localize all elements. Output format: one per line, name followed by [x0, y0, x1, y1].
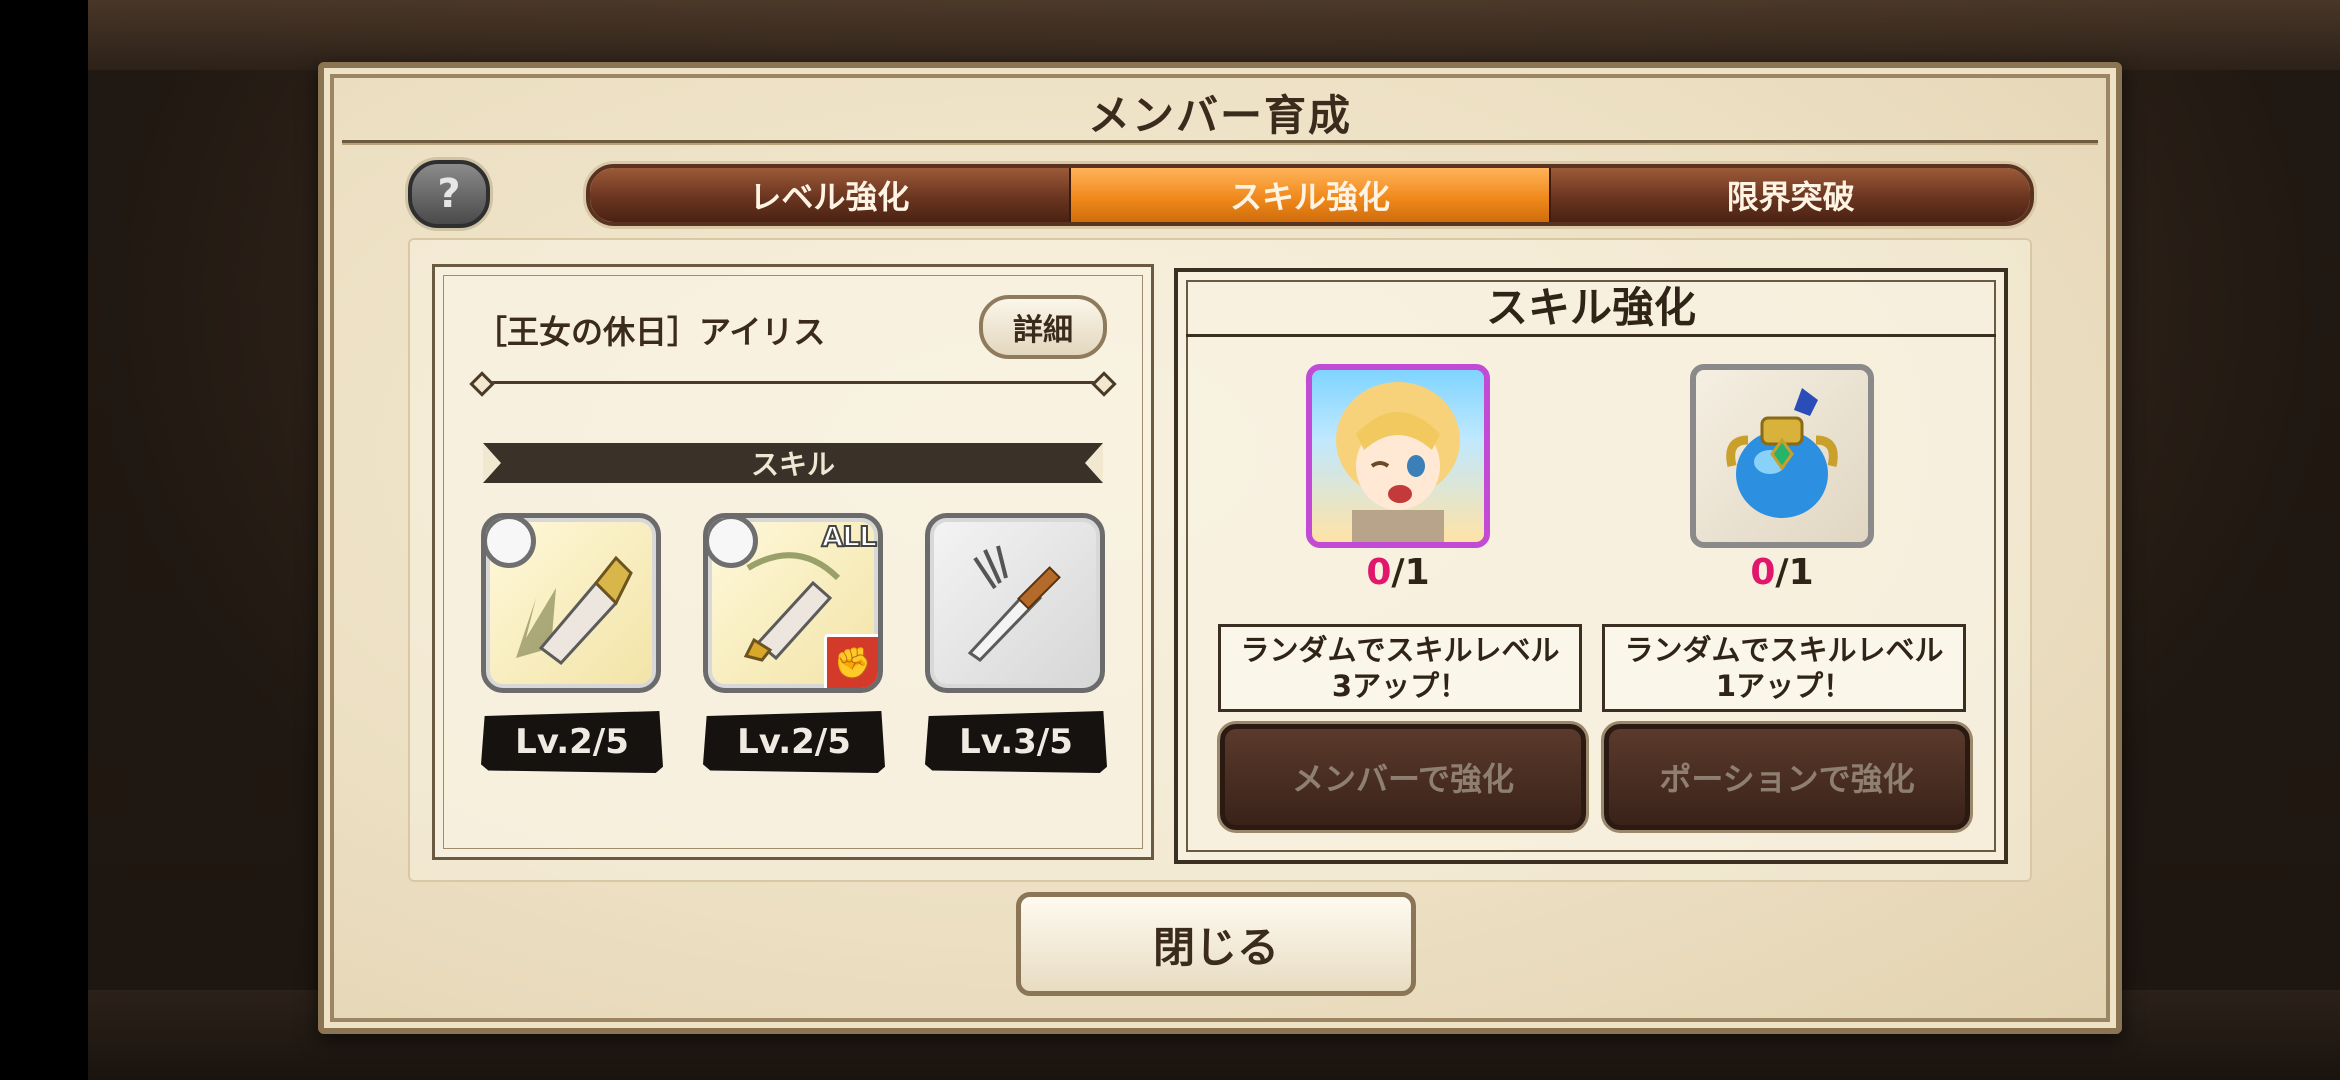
character-name: ［王女の休日］アイリス	[475, 313, 826, 351]
help-button[interactable]: ?	[408, 160, 490, 228]
skill-level: Lv.2/5	[703, 711, 885, 773]
skill-item[interactable]: Lv.3/5	[925, 513, 1107, 773]
character-portrait-icon	[1306, 364, 1490, 548]
skill-level: Lv.3/5	[925, 711, 1107, 773]
tab-skill-up[interactable]: スキル強化	[1070, 168, 1552, 222]
member-count: 0/1	[1366, 552, 1430, 593]
skill-level: Lv.2/5	[481, 711, 663, 773]
background-shelf	[88, 0, 2340, 70]
dialog-title: メンバー育成	[1087, 91, 1352, 140]
title-divider	[342, 140, 2098, 145]
skill-section-header: スキル	[483, 443, 1103, 483]
sword-slash-icon: ALL ✊	[703, 513, 883, 693]
detail-button[interactable]: 詳細	[979, 295, 1107, 359]
tab-bar: レベル強化 スキル強化 限界突破	[586, 164, 2034, 226]
skill-item[interactable]: Lv.2/5	[481, 513, 663, 773]
question-icon: ?	[437, 171, 461, 217]
tab-level-up[interactable]: レベル強化	[590, 168, 1071, 222]
skill-enhance-panel: スキル強化 0/1 0/1 ランダムでスキルレベル 3アップ！ ランダムでスキル…	[1174, 268, 2008, 864]
character-panel: ［王女の休日］アイリス 詳細 スキル Lv.2/5 ALL ✊ Lv.2/5 L…	[432, 264, 1154, 860]
tab-limit-break[interactable]: 限界突破	[1551, 168, 2030, 222]
enhance-divider	[1186, 334, 1996, 337]
skill-list: Lv.2/5 ALL ✊ Lv.2/5 Lv.3/5	[481, 513, 1107, 773]
enhance-with-member-button[interactable]: メンバーで強化	[1220, 724, 1586, 830]
close-button[interactable]: 閉じる	[1016, 892, 1416, 996]
dagger-icon	[925, 513, 1105, 693]
potion-icon	[1690, 364, 1874, 548]
member-material[interactable]: 0/1	[1306, 364, 1490, 593]
name-divider	[481, 381, 1105, 384]
fist-icon: ✊	[824, 634, 878, 688]
enhance-with-potion-button[interactable]: ポーションで強化	[1604, 724, 1970, 830]
sword-break-icon	[481, 513, 661, 693]
enhance-title: スキル強化	[1485, 283, 1696, 332]
potion-count: 0/1	[1750, 552, 1814, 593]
potion-description: ランダムでスキルレベル 1アップ！	[1602, 624, 1966, 712]
skill-item[interactable]: ALL ✊ Lv.2/5	[703, 513, 885, 773]
member-training-dialog: メンバー育成 ? レベル強化 スキル強化 限界突破 ［王女の休日］アイリス 詳細…	[318, 62, 2122, 1034]
potion-material[interactable]: 0/1	[1690, 364, 1874, 593]
member-description: ランダムでスキルレベル 3アップ！	[1218, 624, 1582, 712]
